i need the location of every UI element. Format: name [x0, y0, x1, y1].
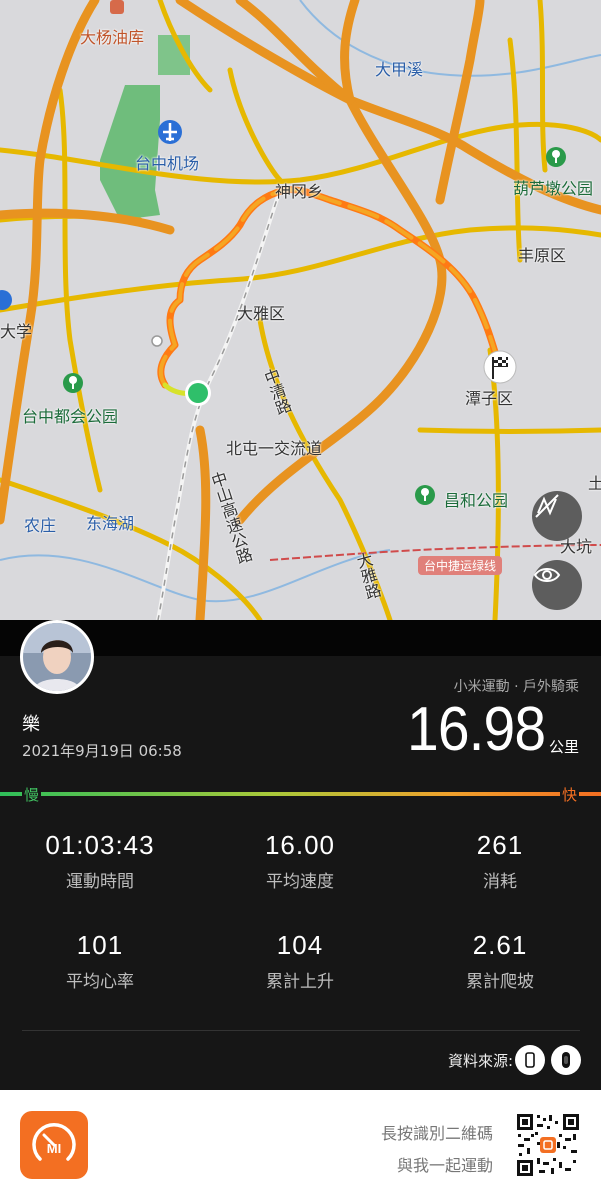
- speed-scale-slow: 慢: [22, 784, 42, 805]
- activity-datetime: 2021年9月19日 06:58: [22, 742, 182, 760]
- stat-value: 101: [76, 930, 124, 960]
- map-label-beitun-interchange: 北屯一交流道: [226, 439, 323, 458]
- qr-code-icon[interactable]: [515, 1112, 581, 1178]
- mi-logo-text: MI: [47, 1141, 61, 1156]
- ride-route: [157, 186, 502, 396]
- stat-value: 2.61: [472, 930, 528, 960]
- footer-join-hint: 與我一起運動: [396, 1156, 493, 1175]
- map-label-shengang: 神冈乡: [275, 182, 324, 201]
- route-map[interactable]: 大杨油库 台中机场 大甲溪 神冈乡 葫芦墩公园 丰原区 大雅区 大学 台中都会公…: [0, 0, 601, 620]
- stat-avg-heart-rate: 101 平均心率: [0, 930, 200, 992]
- airport-icon: [158, 120, 182, 144]
- mi-logo-icon: MI: [20, 1111, 88, 1179]
- map-label-metro-park: 台中都会公园: [22, 407, 119, 426]
- stat-value: 104: [276, 930, 324, 960]
- activity-summary-panel: 樂 2021年9月19日 06:58 小米運動 · 戶外騎乘 16.98 公里 …: [0, 620, 601, 1090]
- divider: [22, 1030, 580, 1031]
- stat-duration: 01:03:43 運動時間: [0, 830, 200, 892]
- stat-label: 運動時間: [66, 872, 134, 892]
- stat-label: 消耗: [483, 872, 517, 892]
- view-eye-icon: [533, 568, 561, 582]
- stat-label: 平均速度: [266, 872, 334, 892]
- band-icon: [562, 1052, 570, 1068]
- map-label-nongzhuang: 农庄: [24, 516, 57, 535]
- hide-route-button[interactable]: [532, 491, 582, 541]
- distance-unit: 公里: [548, 738, 579, 756]
- map-label-daya: 大雅区: [237, 304, 286, 323]
- distance-value: 16.98: [406, 695, 546, 764]
- avatar[interactable]: [20, 620, 94, 694]
- stat-label: 累計爬坡: [466, 972, 534, 992]
- user-name: 樂: [22, 714, 40, 735]
- finish-flag-icon: [483, 350, 517, 384]
- map-label-tanzi: 潭子区: [465, 389, 514, 408]
- map-label-tu: 土: [588, 474, 601, 493]
- view-toggle-button[interactable]: [532, 560, 582, 610]
- stat-calories: 261 消耗: [400, 830, 600, 892]
- phone-icon: [525, 1052, 535, 1068]
- stat-label: 平均心率: [66, 972, 134, 992]
- data-source-label: 資料來源:: [447, 1052, 513, 1070]
- map-label-donghai-lake: 东海湖: [86, 514, 135, 533]
- stat-avg-speed: 16.00 平均速度: [200, 830, 400, 892]
- stat-label: 累計上升: [266, 972, 334, 992]
- speed-color-scale: [0, 792, 601, 796]
- stat-total-climb: 2.61 累計爬坡: [400, 930, 600, 992]
- map-label-river: 大甲溪: [375, 60, 424, 79]
- map-label-changhe-park: 昌和公园: [444, 491, 509, 510]
- map-label-airport: 台中机场: [135, 154, 200, 173]
- map-label-metro-line: 台中捷运绿线: [418, 556, 503, 575]
- footer-scan-hint: 長按識別二維碼: [380, 1124, 493, 1143]
- map-label-fengyuan: 丰原区: [518, 246, 567, 265]
- map-label-warehouse: 大杨油库: [80, 28, 145, 47]
- phone-source-button[interactable]: [515, 1045, 545, 1075]
- share-footer: MI 長按識別二維碼 與我一起運動: [0, 1090, 601, 1200]
- speed-scale-fast: 快: [559, 784, 579, 805]
- stat-value: 16.00: [264, 830, 336, 860]
- stat-elevation-gain: 104 累計上升: [200, 930, 400, 992]
- map-label-university: 大学: [0, 322, 33, 341]
- band-source-button[interactable]: [551, 1045, 581, 1075]
- stat-value: 01:03:43: [45, 830, 155, 860]
- stat-value: 261: [476, 830, 524, 860]
- map-label-hulu-park: 葫芦墩公园: [513, 179, 594, 198]
- activity-source: 小米運動 · 戶外騎乘: [453, 679, 579, 695]
- hide-route-icon: [535, 494, 559, 518]
